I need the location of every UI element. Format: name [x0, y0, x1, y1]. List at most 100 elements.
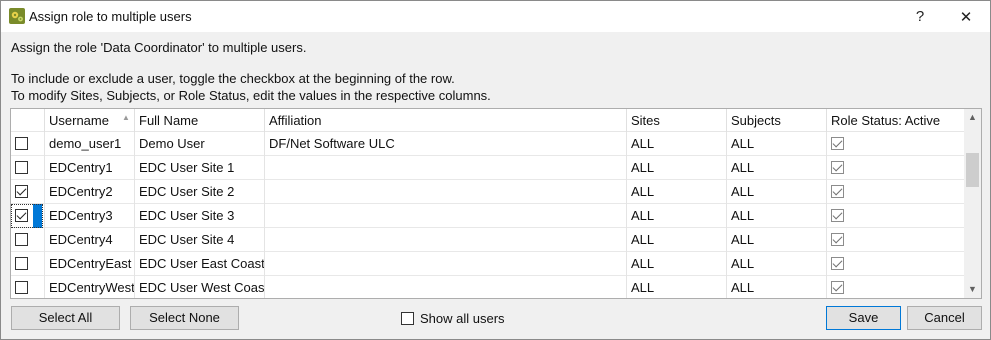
select-none-button[interactable]: Select None [130, 306, 239, 330]
full-name-cell: EDC User East Coast [135, 252, 265, 276]
include-cell[interactable] [11, 228, 45, 252]
affiliation-cell [265, 252, 627, 276]
save-button[interactable]: Save [826, 306, 901, 330]
show-all-users-toggle[interactable]: Show all users [401, 311, 505, 326]
sites-cell[interactable]: ALL [627, 156, 727, 180]
username-cell: EDCentryWest [45, 276, 135, 298]
role-status-cell[interactable] [827, 156, 964, 180]
sites-cell[interactable]: ALL [627, 204, 727, 228]
table-row[interactable]: EDCentryWest EDC User West Coast ALL ALL [11, 276, 964, 298]
table-header: ▲ Username Full Name Affiliation Sites S… [11, 109, 964, 132]
table-row[interactable]: EDCentry1 EDC User Site 1 ALL ALL [11, 156, 964, 180]
header-username-label: Username [49, 113, 109, 128]
help-button[interactable]: ? [897, 1, 943, 32]
role-status-cell[interactable] [827, 276, 964, 298]
role-active-checkbox[interactable] [831, 161, 844, 174]
subjects-cell[interactable]: ALL [727, 252, 827, 276]
users-table[interactable]: ▲ Username Full Name Affiliation Sites S… [10, 108, 982, 299]
full-name-cell: EDC User West Coast [135, 276, 265, 298]
header-sites[interactable]: Sites [627, 109, 727, 132]
role-active-checkbox[interactable] [831, 185, 844, 198]
assign-role-dialog: Assign role to multiple users ? ✕ Assign… [0, 0, 991, 340]
role-active-checkbox[interactable] [831, 233, 844, 246]
sites-cell[interactable]: ALL [627, 180, 727, 204]
include-cell[interactable] [11, 132, 45, 156]
full-name-cell: Demo User [135, 132, 265, 156]
cancel-button[interactable]: Cancel [907, 306, 982, 330]
show-all-users-checkbox[interactable] [401, 312, 414, 325]
role-active-checkbox[interactable] [831, 209, 844, 222]
username-cell: EDCentry4 [45, 228, 135, 252]
include-checkbox[interactable] [15, 137, 28, 150]
username-cell: demo_user1 [45, 132, 135, 156]
include-checkbox[interactable] [15, 257, 28, 270]
include-checkbox[interactable] [15, 281, 28, 294]
role-status-cell[interactable] [827, 204, 964, 228]
app-gear-icon [9, 8, 25, 24]
scroll-thumb[interactable] [966, 153, 979, 187]
chevron-down-icon[interactable]: ▼ [964, 281, 981, 298]
header-username[interactable]: ▲ Username [45, 109, 135, 132]
header-full-name[interactable]: Full Name [135, 109, 265, 132]
affiliation-cell [265, 156, 627, 180]
role-status-cell[interactable] [827, 180, 964, 204]
include-cell[interactable] [11, 252, 45, 276]
username-cell: EDCentry2 [45, 180, 135, 204]
affiliation-cell [265, 276, 627, 298]
title-bar: Assign role to multiple users ? ✕ [1, 1, 990, 32]
chevron-up-icon[interactable]: ▲ [964, 109, 981, 126]
table-row[interactable]: demo_user1 Demo User DF/Net Software ULC AL… [11, 132, 964, 156]
include-checkbox[interactable] [15, 161, 28, 174]
role-active-checkbox[interactable] [831, 137, 844, 150]
role-active-checkbox[interactable] [831, 281, 844, 294]
sites-cell[interactable]: ALL [627, 252, 727, 276]
full-name-cell: EDC User Site 4 [135, 228, 265, 252]
full-name-cell: EDC User Site 3 [135, 204, 265, 228]
sites-cell[interactable]: ALL [627, 276, 727, 298]
instruction-heading: Assign the role 'Data Coordinator' to mu… [11, 40, 307, 55]
affiliation-cell [265, 180, 627, 204]
header-subjects[interactable]: Subjects [727, 109, 827, 132]
table-row[interactable]: EDCentryEast EDC User East Coast ALL ALL [11, 252, 964, 276]
affiliation-cell: DF/Net Software ULC [265, 132, 627, 156]
sort-up-icon: ▲ [122, 113, 130, 122]
subjects-cell[interactable]: ALL [727, 156, 827, 180]
include-cell[interactable] [11, 276, 45, 298]
role-status-cell[interactable] [827, 228, 964, 252]
show-all-users-label: Show all users [420, 311, 505, 326]
username-cell: EDCentry3 [45, 204, 135, 228]
table-row[interactable]: EDCentry2 EDC User Site 2 ALL ALL [11, 180, 964, 204]
role-status-cell[interactable] [827, 132, 964, 156]
header-include[interactable] [11, 109, 45, 132]
window-title: Assign role to multiple users [29, 9, 192, 24]
include-checkbox[interactable] [15, 185, 28, 198]
include-cell[interactable] [11, 180, 45, 204]
subjects-cell[interactable]: ALL [727, 276, 827, 298]
subjects-cell[interactable]: ALL [727, 180, 827, 204]
header-affiliation[interactable]: Affiliation [265, 109, 627, 132]
include-checkbox[interactable] [15, 233, 28, 246]
include-checkbox[interactable] [15, 209, 28, 222]
select-all-button[interactable]: Select All [11, 306, 120, 330]
table-row[interactable]: EDCentry4 EDC User Site 4 ALL ALL [11, 228, 964, 252]
vertical-scrollbar[interactable]: ▲ ▼ [964, 109, 981, 298]
username-cell: EDCentryEast [45, 252, 135, 276]
include-cell[interactable] [11, 156, 45, 180]
subjects-cell[interactable]: ALL [727, 228, 827, 252]
close-button[interactable]: ✕ [943, 1, 989, 32]
subjects-cell[interactable]: ALL [727, 132, 827, 156]
instruction-toggle: To include or exclude a user, toggle the… [11, 71, 455, 86]
include-cell[interactable] [11, 204, 45, 228]
sites-cell[interactable]: ALL [627, 228, 727, 252]
instruction-modify: To modify Sites, Subjects, or Role Statu… [11, 88, 491, 103]
subjects-cell[interactable]: ALL [727, 204, 827, 228]
affiliation-cell [265, 228, 627, 252]
role-status-cell[interactable] [827, 252, 964, 276]
header-role-status[interactable]: Role Status: Active [827, 109, 964, 132]
username-cell: EDCentry1 [45, 156, 135, 180]
full-name-cell: EDC User Site 1 [135, 156, 265, 180]
sites-cell[interactable]: ALL [627, 132, 727, 156]
full-name-cell: EDC User Site 2 [135, 180, 265, 204]
table-row[interactable]: EDCentry3 EDC User Site 3 ALL ALL [11, 204, 964, 228]
role-active-checkbox[interactable] [831, 257, 844, 270]
